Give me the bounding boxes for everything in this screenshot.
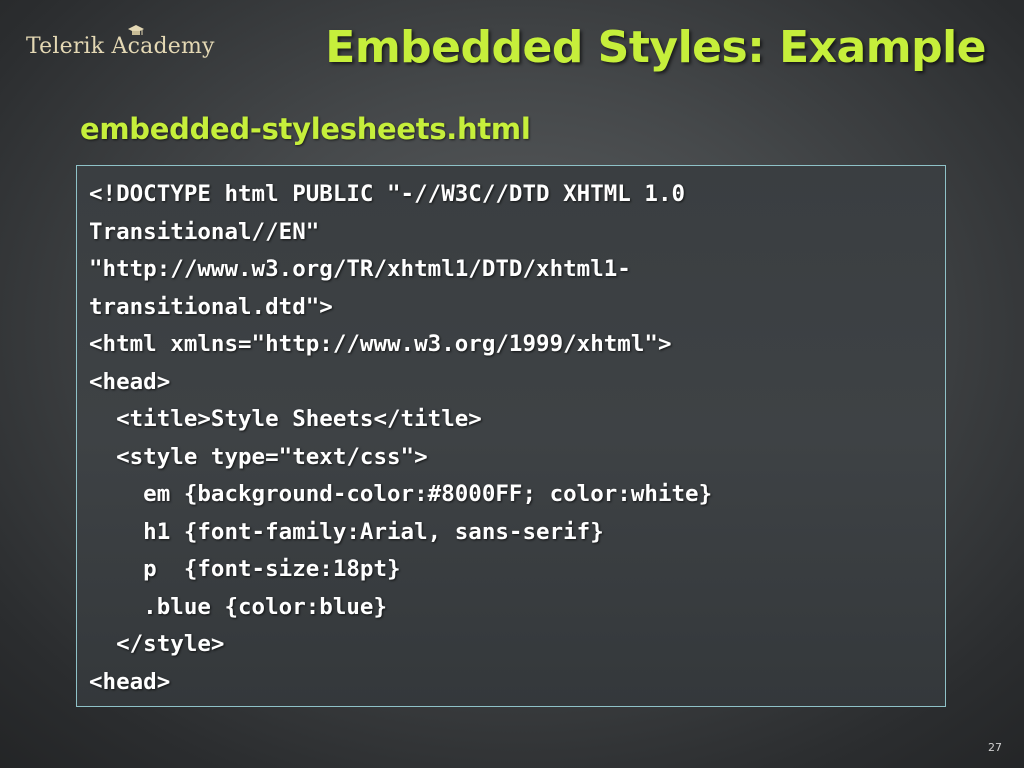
code-line: </style> <box>89 631 225 657</box>
code-line: h1 {font-family:Arial, sans-serif} <box>89 518 604 545</box>
page-number: 27 <box>988 741 1002 754</box>
code-line: em {background-color:#8000FF; color:whit… <box>89 481 713 507</box>
code-line: <style type="text/css"> <box>89 443 428 470</box>
code-block: <!DOCTYPE html PUBLIC "-//W3C//DTD XHTML… <box>76 165 946 707</box>
code-line: .blue {color:blue} <box>89 593 388 620</box>
telerik-academy-logo: Telerik Academy <box>26 25 215 59</box>
code-line: <html xmlns="http://www.w3.org/1999/xhtm… <box>89 331 672 357</box>
code-line: <head> <box>89 368 171 395</box>
code-line: <head> <box>89 668 171 695</box>
graduation-cap-icon <box>128 25 144 35</box>
logo-text: Telerik Academy <box>26 34 215 59</box>
slide-title: Embedded Styles: Example <box>325 22 986 73</box>
code-line: transitional.dtd"> <box>89 293 333 320</box>
code-line: <!DOCTYPE html PUBLIC "-//W3C//DTD XHTML… <box>89 181 686 207</box>
slide-subtitle: embedded-stylesheets.html <box>80 112 531 146</box>
code-line: p {font-size:18pt} <box>89 556 401 582</box>
code-line: <title>Style Sheets</title> <box>89 406 482 432</box>
code-line: Transitional//EN" <box>89 218 320 245</box>
code-line: "http://www.w3.org/TR/xhtml1/DTD/xhtml1- <box>89 256 631 282</box>
